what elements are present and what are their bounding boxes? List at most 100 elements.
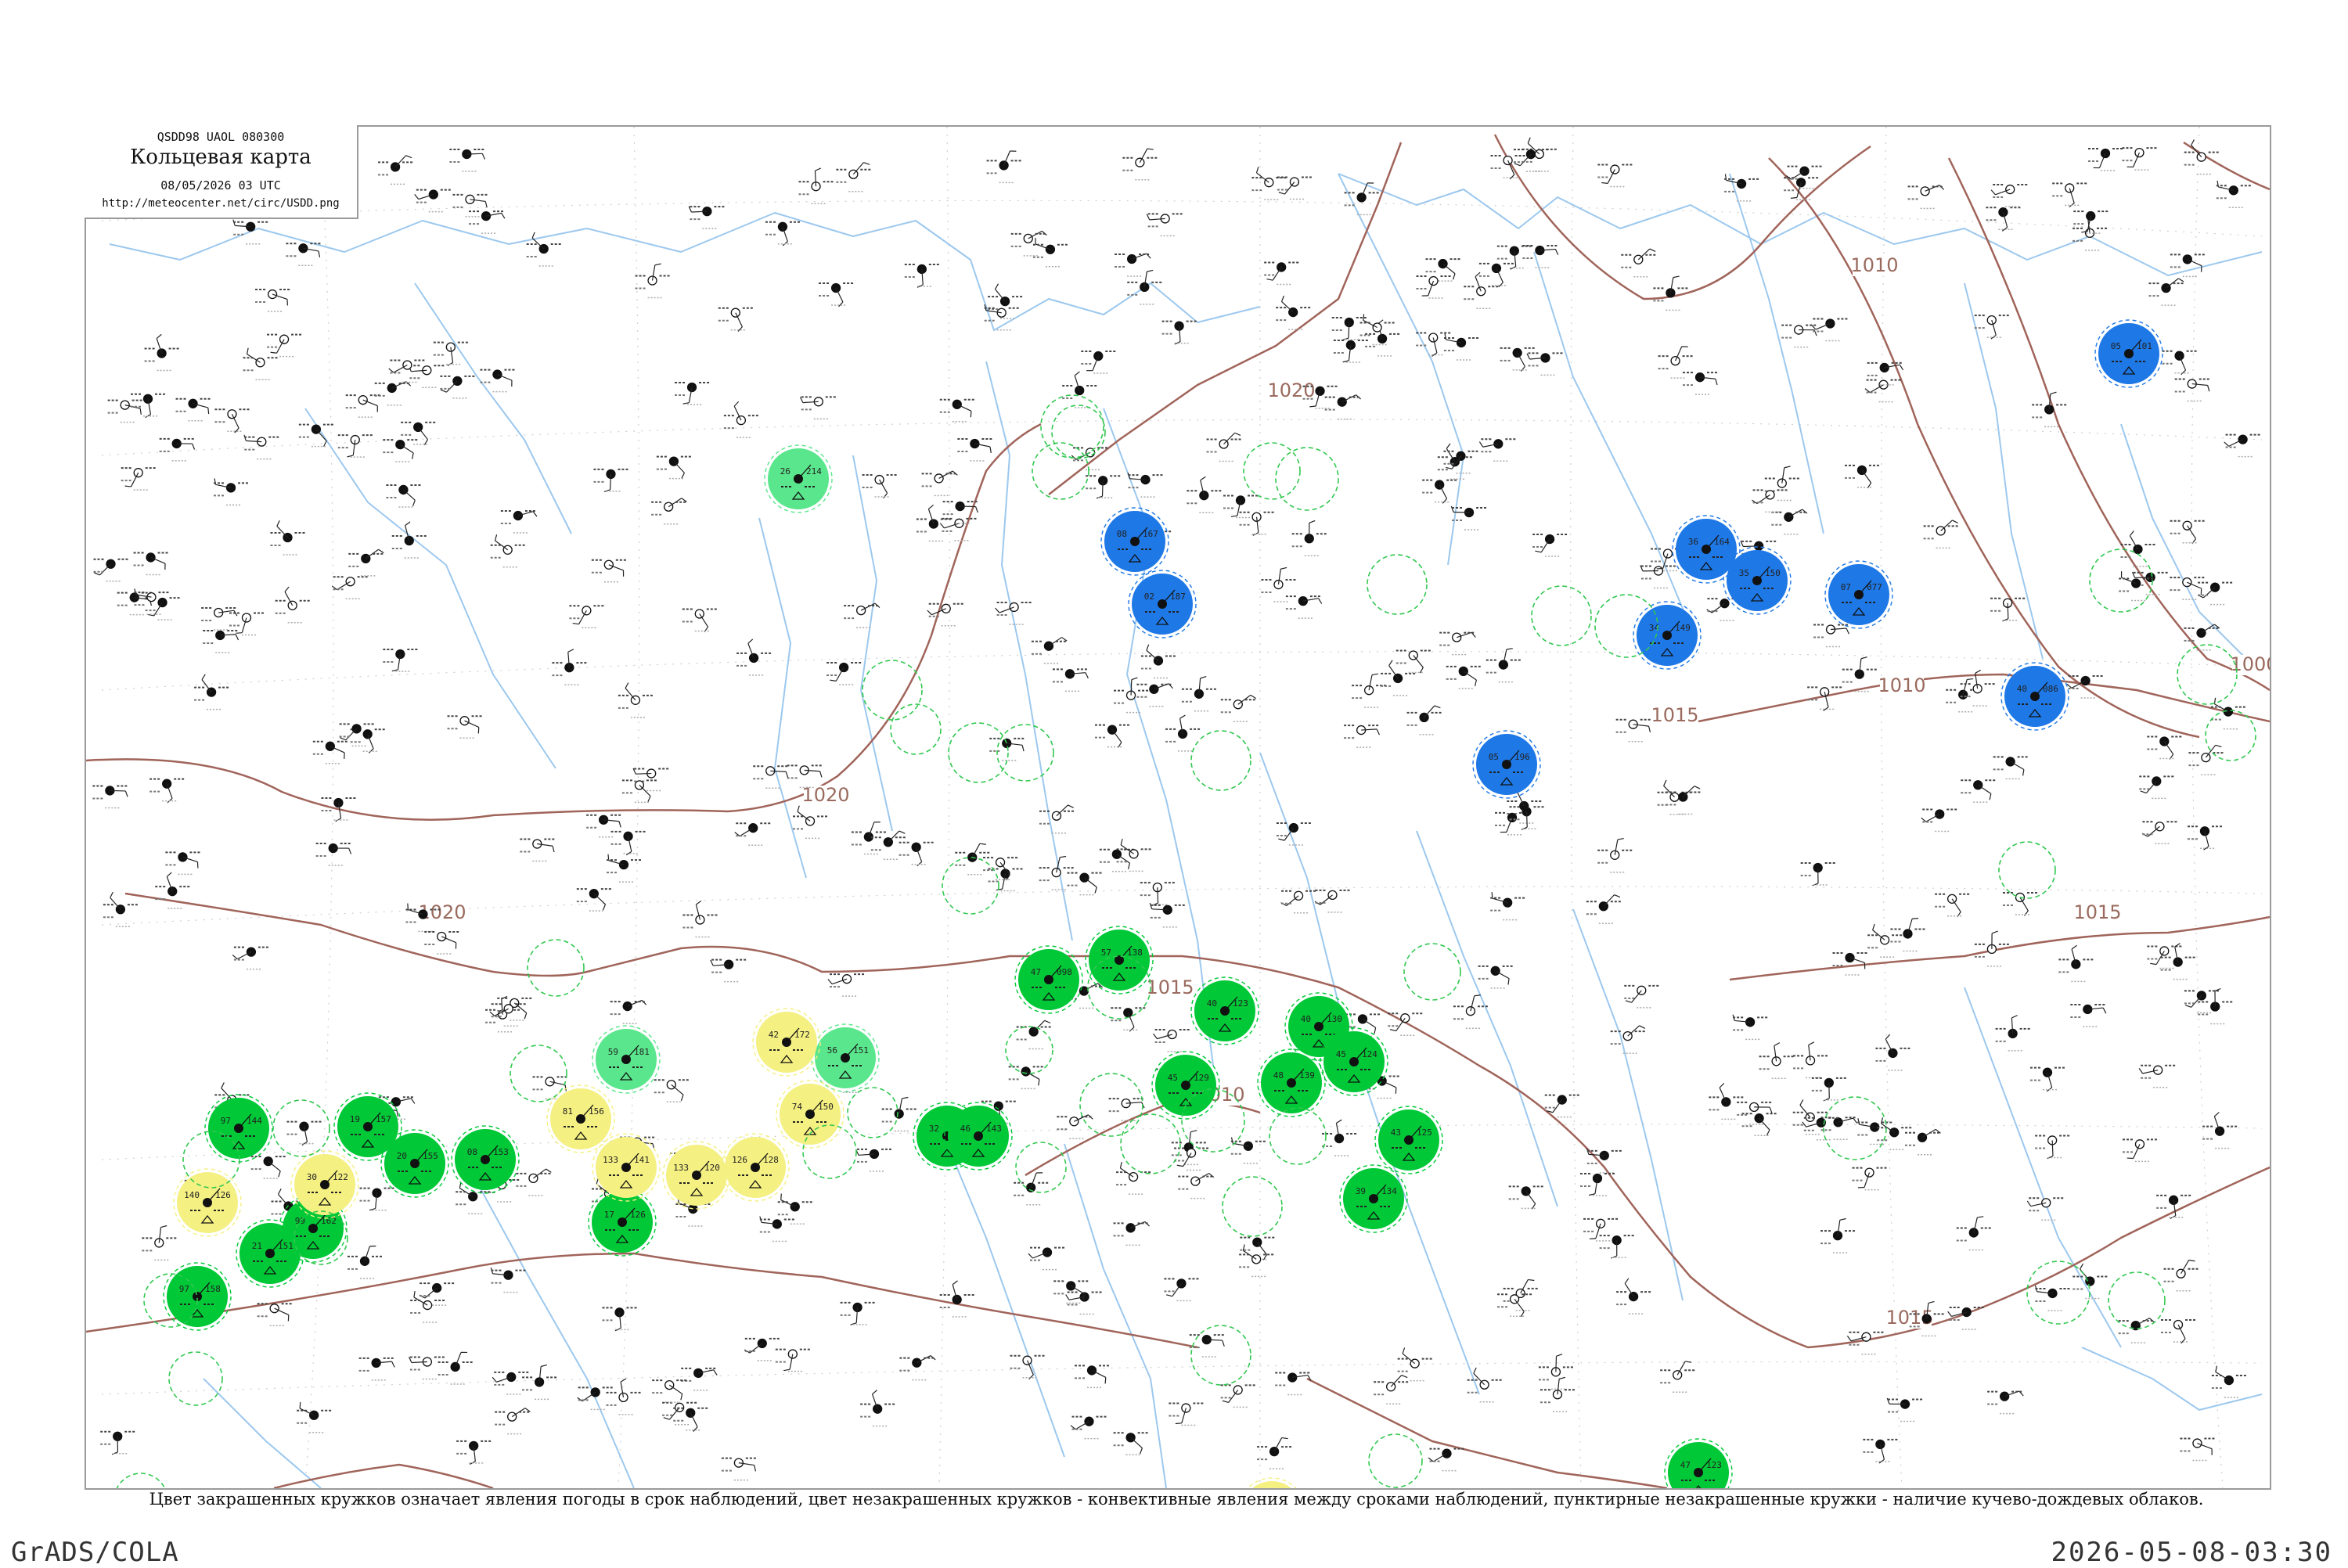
- wind-barb: [1172, 1283, 1182, 1296]
- wind-barb: [1443, 264, 1455, 274]
- wind-barb: [1553, 1100, 1562, 1113]
- cloud-cover-dot: [270, 1304, 279, 1313]
- isobar-label: 1015: [1146, 976, 1194, 998]
- station-temperature: 02: [1144, 592, 1154, 602]
- station-plot: [981, 852, 1019, 880]
- station-temperature: 56: [827, 1045, 837, 1056]
- station-pressure: 144: [247, 1116, 262, 1126]
- wind-barb-flag: [157, 334, 161, 338]
- wind-barb-flag: [1319, 599, 1322, 604]
- wind-barb-flag: [1140, 1448, 1143, 1454]
- wind-barb-flag: [996, 284, 999, 290]
- cloud-cover-dot: [419, 910, 427, 919]
- wind-barb: [1084, 878, 1097, 887]
- wind-barb-flag: [1774, 1043, 1780, 1046]
- wind-barb-flag: [1809, 1042, 1814, 1045]
- cloud-cover-dot: [334, 798, 343, 807]
- station-plot: [621, 775, 658, 802]
- station-plot: [650, 497, 687, 524]
- station-plot: [800, 391, 837, 419]
- wind-barb-flag: [1343, 361, 1349, 362]
- station-plot: [432, 337, 470, 366]
- wind-barb-flag: [815, 168, 820, 171]
- wind-barb-flag: [1528, 138, 1530, 143]
- wind-barb-flag: [2208, 385, 2209, 391]
- station-plot: [493, 1407, 531, 1434]
- wind-barb: [1556, 1356, 1557, 1372]
- station-plot: [132, 547, 170, 574]
- station-plot: [2139, 1060, 2177, 1088]
- wind-barb-flag: [1282, 296, 1284, 301]
- wind-barb-flag: [1625, 1278, 1629, 1283]
- wind-barb-flag: [1095, 887, 1097, 894]
- station-plot: [2051, 178, 2088, 207]
- wind-barb: [2206, 745, 2215, 757]
- wind-barb-flag: [1068, 805, 1073, 807]
- station-plot: [1903, 1127, 1941, 1155]
- wind-barb-flag: [379, 549, 384, 552]
- wind-barb-flag: [1201, 677, 1207, 678]
- station-pressure: 167: [1143, 529, 1158, 539]
- cloud-cover-dot: [268, 290, 277, 299]
- station-pressure: 151: [278, 1241, 294, 1251]
- wind-barb-flag: [533, 512, 537, 516]
- station-plot: [2067, 671, 2105, 698]
- station-plot: [376, 156, 414, 185]
- station-plot: [1273, 1367, 1311, 1394]
- station-plot: [1810, 1073, 1848, 1101]
- station-plot: [175, 394, 212, 421]
- wind-barb: [1638, 249, 1650, 260]
- station-plot: [2196, 577, 2234, 605]
- station-plot: [243, 432, 280, 459]
- station-plot: [2155, 1190, 2192, 1219]
- weather-station-snow: 08167: [1101, 508, 1169, 575]
- wind-barb-flag: [2051, 392, 2057, 394]
- wind-barb-flag: [681, 1095, 683, 1101]
- weather-station-snow: 02187: [1129, 570, 1196, 638]
- wind-barb-flag: [1990, 793, 1991, 800]
- station-plot: [2187, 745, 2224, 775]
- wind-barb: [316, 430, 326, 441]
- station-plot: [1442, 446, 1479, 473]
- map-canvas: 1020101099010001010101510201020101510101…: [86, 127, 2270, 1488]
- station-plot: [129, 389, 167, 418]
- station-plot: [269, 520, 307, 555]
- station-plot: [2169, 249, 2206, 276]
- station-plot: [337, 430, 374, 457]
- station-plot: [1615, 1278, 1652, 1314]
- station-plot: [1070, 1412, 1107, 1439]
- station-plot: [1313, 885, 1351, 912]
- wind-barb-flag: [820, 771, 822, 778]
- wind-barb: [1112, 730, 1122, 743]
- station-plot: [1496, 1289, 1533, 1317]
- station-plot: [1414, 327, 1452, 356]
- wind-barb: [1238, 695, 1251, 704]
- station-plot: [655, 451, 693, 479]
- station-pressure: 101: [2137, 341, 2152, 351]
- wind-barb-flag: [1309, 520, 1315, 523]
- wind-barb: [1604, 895, 1615, 907]
- wind-barb-flag: [980, 843, 986, 844]
- station-plot: [734, 818, 772, 845]
- station-plot: [2201, 1113, 2238, 1149]
- wind-barb: [268, 1161, 281, 1171]
- station-temperature: 97: [221, 1116, 231, 1126]
- station-plot: [1543, 1090, 1581, 1117]
- cloud-cover-dot: [403, 361, 412, 369]
- station-plot: [855, 1144, 893, 1171]
- station-temperature: 81: [563, 1106, 573, 1117]
- wind-barb-flag: [1800, 1099, 1803, 1105]
- station-plot: [1851, 1163, 1889, 1190]
- station-plot: [1445, 661, 1482, 689]
- wind-barb-flag: [693, 1427, 697, 1432]
- station-plot: [839, 1297, 877, 1325]
- isobar-label: 1000: [2230, 653, 2270, 675]
- station-plot: [1658, 1361, 1696, 1392]
- station-plot: [2121, 1134, 2159, 1161]
- wind-barb-flag: [1147, 270, 1153, 272]
- wind-barb-flag: [279, 1171, 280, 1178]
- wind-barb-flag: [1201, 477, 1206, 480]
- station-plot: [1115, 839, 1153, 871]
- station-plot: [250, 1151, 287, 1178]
- station-plot: [720, 1453, 758, 1480]
